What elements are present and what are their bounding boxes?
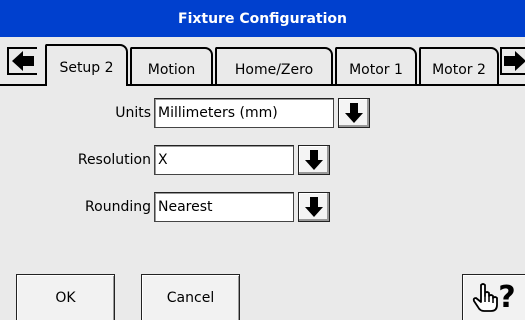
resolution-field[interactable]: X [154, 145, 294, 175]
tab-label: Motion [147, 61, 196, 78]
rounding-label: Rounding [85, 199, 151, 215]
rounding-dropdown-button[interactable] [298, 192, 330, 222]
resolution-row: Resolution X [60, 145, 330, 175]
tab-label: Motor 2 [432, 61, 486, 78]
cancel-button[interactable]: Cancel [141, 274, 240, 320]
arrow-left-icon [12, 51, 34, 71]
arrow-right-icon [503, 51, 525, 71]
tab-scroll-left-button[interactable] [7, 47, 37, 75]
tab-motor-1[interactable]: Motor 1 [335, 47, 417, 86]
units-label: Units [115, 105, 151, 121]
ok-button-label: OK [55, 289, 76, 306]
units-row: Units Millimeters (mm) [60, 98, 370, 128]
rounding-field[interactable]: Nearest [154, 192, 294, 222]
help-question-mark: ? [498, 279, 516, 315]
tab-motion[interactable]: Motion [130, 47, 213, 86]
units-field[interactable]: Millimeters (mm) [154, 98, 334, 128]
pointing-hand-icon [473, 282, 499, 312]
title-bar: Fixture Configuration [0, 0, 525, 37]
arrow-down-icon [305, 197, 323, 217]
tab-label: Home/Zero [234, 61, 314, 78]
tab-scroll-right-button[interactable] [500, 47, 525, 75]
tab-home-zero[interactable]: Home/Zero [215, 47, 333, 86]
arrow-down-icon [305, 150, 323, 170]
rounding-row: Rounding Nearest [60, 192, 330, 222]
resolution-label: Resolution [77, 152, 151, 168]
arrow-down-icon [345, 103, 363, 123]
tab-label: Motor 1 [349, 61, 403, 78]
tab-setup-2[interactable]: Setup 2 [45, 44, 128, 88]
window-title: Fixture Configuration [178, 10, 347, 27]
tab-label: Setup 2 [59, 60, 114, 76]
ok-button[interactable]: OK [16, 274, 115, 320]
help-button[interactable]: ? [462, 274, 525, 320]
cancel-button-label: Cancel [166, 289, 215, 306]
resolution-dropdown-button[interactable] [298, 145, 330, 175]
tab-strip: Setup 2 Motion Home/Zero Motor 1 Motor 2 [0, 37, 525, 88]
units-dropdown-button[interactable] [338, 98, 370, 128]
tab-motor-2[interactable]: Motor 2 [419, 47, 499, 86]
